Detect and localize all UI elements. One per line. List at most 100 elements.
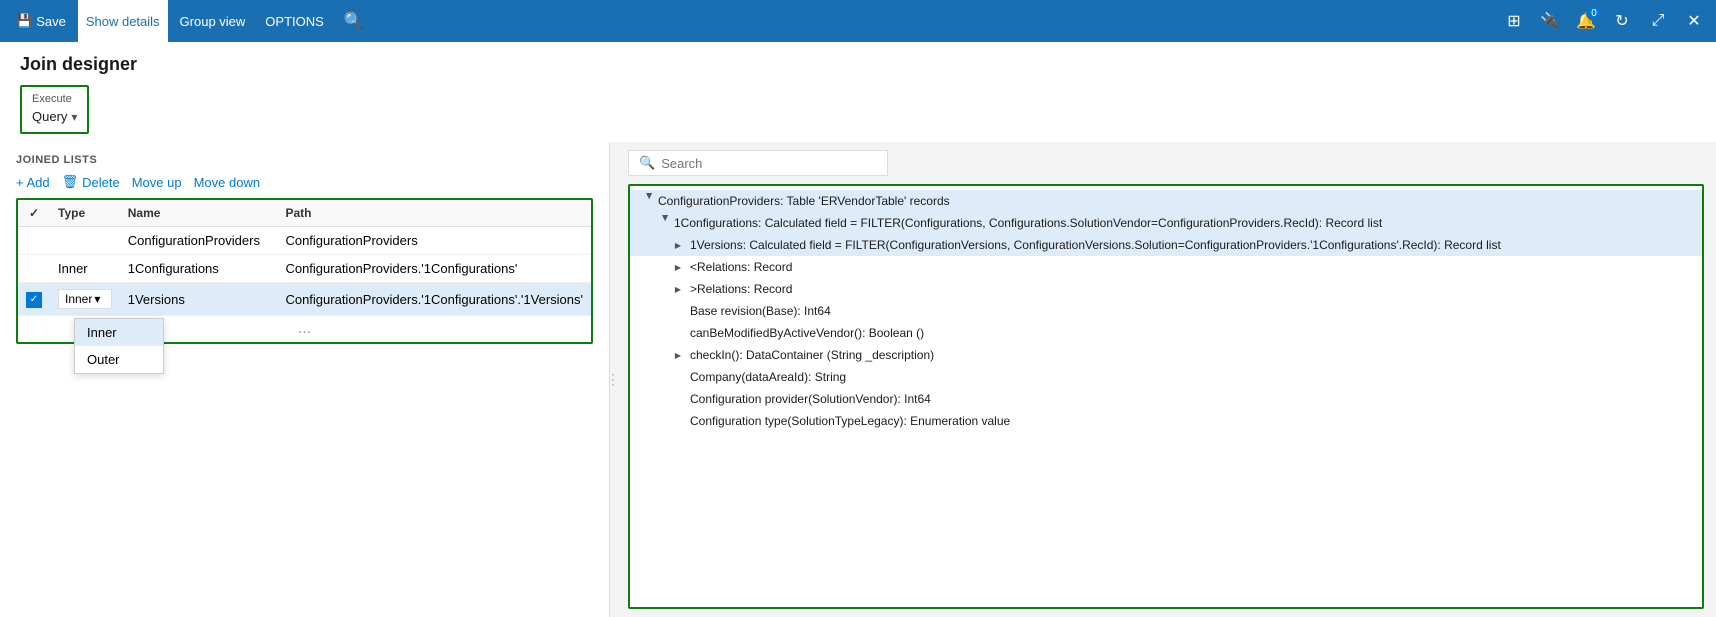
group-view-button[interactable]: Group view [172, 0, 254, 42]
tree-expand-icon[interactable]: ▶ [654, 215, 670, 231]
dropdown-item-inner[interactable]: Inner [75, 319, 163, 346]
content-area: JOINED LISTS + Add 🗑 Delete Move up Move… [0, 142, 1716, 617]
joined-lists-table-wrapper: ✓ Type Name Path ConfigurationProviders [16, 198, 593, 344]
tree-item[interactable]: Company(dataAreaId): String [630, 366, 1702, 388]
tree-item[interactable]: ▶ <Relations: Record [630, 256, 1702, 278]
col-check: ✓ [18, 200, 50, 227]
col-name: Name [120, 200, 278, 227]
joined-lists-table: ✓ Type Name Path ConfigurationProviders [18, 200, 591, 316]
tree-item[interactable]: ▶ 1Configurations: Calculated field = FIL… [630, 212, 1702, 234]
dropdown-item-outer[interactable]: Outer [75, 346, 163, 373]
tree-item[interactable]: ▶ checkIn(): DataContainer (String _descr… [630, 344, 1702, 366]
tree-item[interactable]: canBeModifiedByActiveVendor(): Boolean (… [630, 322, 1702, 344]
search-input[interactable] [661, 156, 877, 171]
tree-item[interactable]: ▶ 1Versions: Calculated field = FILTER(Co… [630, 234, 1702, 256]
group-view-label: Group view [180, 14, 246, 29]
table-row[interactable]: ConfigurationProviders ConfigurationProv… [18, 227, 591, 255]
execute-dropdown[interactable]: Query ▾ [32, 109, 77, 124]
type-dropdown[interactable]: Inner ▾ [58, 289, 112, 309]
trash-icon: 🗑 [62, 174, 79, 190]
tree-expand-icon[interactable] [670, 325, 686, 341]
save-label: Save [36, 14, 66, 29]
chevron-down-icon: ▾ [71, 110, 77, 124]
grid-icon[interactable]: ⊞ [1500, 7, 1528, 35]
tree-item-text: >Relations: Record [690, 282, 792, 296]
delete-label: Delete [82, 175, 120, 190]
close-icon[interactable]: ✕ [1680, 7, 1708, 35]
execute-section: Execute Query ▾ [20, 85, 89, 134]
checkbox-checked-icon: ✓ [26, 292, 42, 308]
page-title: Join designer [20, 54, 1696, 75]
tree-item-text: ConfigurationProviders: Table 'ERVendorT… [658, 194, 950, 208]
save-icon: 💾 [16, 13, 32, 29]
type-dropdown-popup: Inner Outer [74, 318, 164, 374]
row-name: ConfigurationProviders [120, 227, 278, 255]
move-down-button[interactable]: Move down [194, 175, 260, 190]
row-path: ConfigurationProviders [277, 227, 591, 255]
save-button[interactable]: 💾 Save [8, 0, 74, 42]
tree-item-text: Company(dataAreaId): String [690, 370, 846, 384]
table-row[interactable]: ✓ Inner ▾ 1Versions ConfigurationProvide… [18, 283, 591, 316]
tree-item-text: Configuration type(SolutionTypeLegacy): … [690, 414, 1010, 428]
notification-badge: 0 [1586, 5, 1602, 21]
tree-expand-icon[interactable]: ▶ [670, 347, 686, 363]
tree-expand-icon[interactable] [670, 413, 686, 429]
col-type: Type [50, 200, 120, 227]
tree-expand-icon[interactable]: ▶ [670, 281, 686, 297]
notification-icon[interactable]: 🔔 0 [1572, 7, 1600, 35]
refresh-icon[interactable]: ↻ [1608, 7, 1636, 35]
options-label: OPTIONS [265, 14, 324, 29]
tree-item[interactable]: ▶ >Relations: Record [630, 278, 1702, 300]
table-header-row: ✓ Type Name Path [18, 200, 591, 227]
row-type: Inner [50, 255, 120, 283]
tree-expand-icon[interactable]: ▶ [670, 259, 686, 275]
add-button[interactable]: + Add [16, 175, 50, 190]
row-check: ✓ [18, 283, 50, 316]
row-type [50, 227, 120, 255]
tree-item[interactable]: Configuration provider(SolutionVendor): … [630, 388, 1702, 410]
show-details-label: Show details [86, 14, 160, 29]
dropdown-chevron-icon: ▾ [94, 292, 100, 306]
check-icon: ✓ [29, 206, 39, 220]
left-panel: JOINED LISTS + Add 🗑 Delete Move up Move… [0, 142, 610, 617]
toolbar-search-icon[interactable]: 🔍 [336, 7, 372, 35]
tree-expand-icon[interactable] [670, 303, 686, 319]
row-type-dropdown[interactable]: Inner ▾ [50, 283, 120, 316]
show-details-button[interactable]: Show details [78, 0, 168, 42]
tree-expand-icon[interactable] [670, 369, 686, 385]
tree-item[interactable]: Configuration type(SolutionTypeLegacy): … [630, 410, 1702, 432]
extension-icon[interactable]: 🔌 [1536, 7, 1564, 35]
execute-label: Execute [32, 93, 77, 105]
search-bar: 🔍 [628, 150, 888, 176]
tree-item-text: checkIn(): DataContainer (String _descri… [690, 348, 934, 362]
execute-value: Query [32, 109, 67, 124]
search-icon: 🔍 [639, 155, 655, 171]
tree-expand-icon[interactable]: ▶ [670, 237, 686, 253]
row-path: ConfigurationProviders.'1Configurations' [277, 255, 591, 283]
tree-item[interactable]: Base revision(Base): Int64 [630, 300, 1702, 322]
main-content: Join designer Execute Query ▾ JOINED LIS… [0, 42, 1716, 617]
options-button[interactable]: OPTIONS [257, 0, 332, 42]
delete-button[interactable]: 🗑 Delete [62, 174, 120, 190]
tree-expand-icon[interactable]: ▶ [638, 193, 654, 209]
toolbar: 💾 Save Show details Group view OPTIONS 🔍… [0, 0, 1716, 42]
move-up-button[interactable]: Move up [132, 175, 182, 190]
tree-item-text: 1Configurations: Calculated field = FILT… [674, 216, 1382, 230]
tree-expand-icon[interactable] [670, 391, 686, 407]
right-panel: 🔍 ▶ ConfigurationProviders: Table 'ERVend… [616, 142, 1716, 617]
expand-icon[interactable]: ⤢ [1644, 7, 1672, 35]
row-check [18, 255, 50, 283]
table-row[interactable]: Inner 1Configurations ConfigurationProvi… [18, 255, 591, 283]
col-path: Path [277, 200, 591, 227]
toolbar-right-actions: ⊞ 🔌 🔔 0 ↻ ⤢ ✕ [1500, 7, 1708, 35]
tree-container[interactable]: ▶ ConfigurationProviders: Table 'ERVendor… [628, 184, 1704, 609]
tree-item-text: <Relations: Record [690, 260, 792, 274]
tree-item[interactable]: ▶ ConfigurationProviders: Table 'ERVendor… [630, 190, 1702, 212]
tree-item-text: 1Versions: Calculated field = FILTER(Con… [690, 238, 1501, 252]
row-name: 1Configurations [120, 255, 278, 283]
type-value: Inner [65, 292, 92, 306]
row-name: 1Versions [120, 283, 278, 316]
tree-item-text: Configuration provider(SolutionVendor): … [690, 392, 931, 406]
row-check [18, 227, 50, 255]
page-header: Join designer Execute Query ▾ [0, 42, 1716, 142]
